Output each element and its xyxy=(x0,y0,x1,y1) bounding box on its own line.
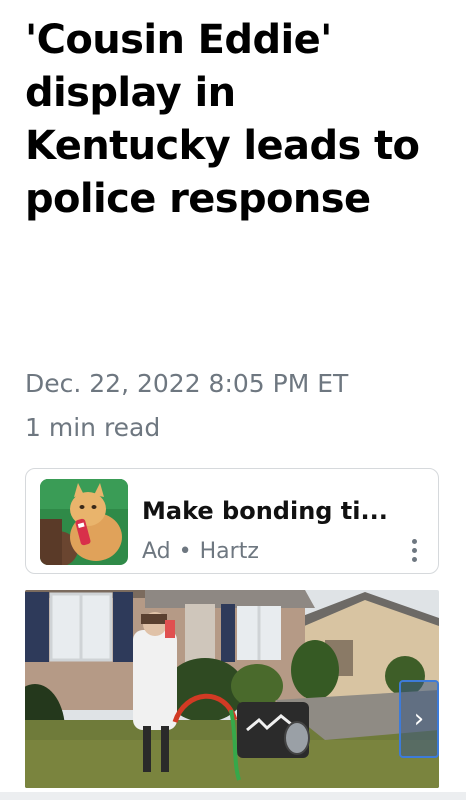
page-divider xyxy=(0,792,466,800)
more-vertical-icon[interactable] xyxy=(412,539,418,563)
chevron-right-icon[interactable]: › xyxy=(399,680,439,758)
ad-title[interactable]: Make bonding ti... xyxy=(142,497,388,525)
ad-thumbnail-image xyxy=(40,479,128,565)
article-timestamp: Dec. 22, 2022 8:05 PM ET xyxy=(25,369,349,398)
sponsored-ad-card[interactable]: Make bonding ti... Ad • Hartz xyxy=(25,468,439,574)
article-photo-carousel[interactable]: › xyxy=(25,590,439,788)
article-meta: Dec. 22, 2022 8:05 PM ET 1 min read xyxy=(25,362,348,450)
article-page: 'Cousin Eddie' display in Kentucky leads… xyxy=(0,0,466,800)
article-read-time: 1 min read xyxy=(25,413,161,442)
separator-dot: • xyxy=(178,539,192,564)
ad-advertiser: Hartz xyxy=(199,539,259,564)
ad-label: Ad xyxy=(142,539,171,564)
ad-attribution: Ad • Hartz xyxy=(142,539,259,564)
article-photo xyxy=(25,590,439,788)
article-headline: 'Cousin Eddie' display in Kentucky leads… xyxy=(25,17,420,222)
